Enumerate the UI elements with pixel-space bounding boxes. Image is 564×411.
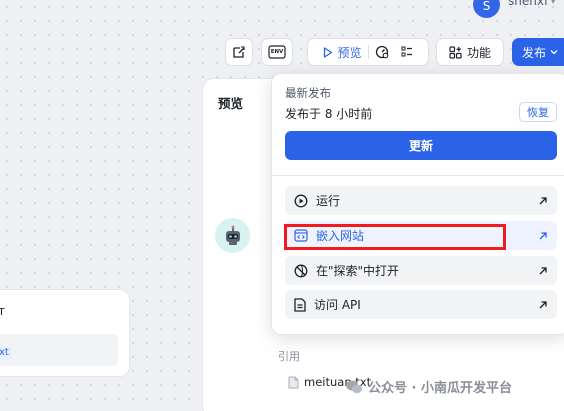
preview-label: 预览 [337,45,362,60]
chevron-down-icon [550,50,558,55]
menu-item-label: 访问 API [314,298,361,312]
menu-item-run[interactable]: 运行 [285,186,557,215]
play-icon [294,194,308,207]
list-button[interactable] [395,39,419,65]
annotation-highlight-box [284,224,506,250]
checklist-button[interactable] [369,39,395,65]
arrow-up-right-icon [538,231,548,241]
wechat-icon [346,380,362,393]
menu-item-open-in-explore[interactable]: 在"探索"中打开 [285,256,557,285]
api-doc-icon [294,297,306,312]
menu-item-label: 在"探索"中打开 [316,264,400,278]
watermark: 公众号 · 小南瓜开发平台 [345,377,512,396]
publish-label: 发布 [522,45,547,60]
references-label: 引用 [278,350,300,363]
left-card-field [0,334,118,366]
edit-check-button[interactable] [225,38,253,66]
menu-item-access-api[interactable]: 访问 API [285,290,557,319]
edit-check-icon [233,46,245,58]
features-label: 功能 [466,45,491,60]
left-card-tag: ext [0,346,12,360]
gauge-icon [375,45,388,59]
env-button[interactable]: ENV [261,38,293,66]
publish-button[interactable]: 发布 [512,38,564,66]
preview-title: 预览 [218,96,244,111]
left-card-text: т [0,304,5,318]
chevron-down-icon: ▾ [551,0,556,6]
dropdown-divider [271,175,564,176]
publish-time: 发布于 8 小时前 [285,107,373,121]
latest-publish-label: 最新发布 [285,86,331,100]
menu-item-label: 运行 [316,194,341,208]
features-button[interactable]: 功能 [436,38,504,66]
features-icon [449,45,462,59]
env-label: ENV [270,49,284,55]
bot-avatar [215,218,250,253]
file-icon [288,376,299,388]
restore-button[interactable]: 恢复 [519,102,557,122]
update-button[interactable]: 更新 [285,131,557,160]
arrow-up-right-icon [538,266,548,276]
preview-toolbar-group: 预览 [307,38,429,66]
explore-icon [294,264,308,277]
user-avatar[interactable]: S [473,0,500,18]
arrow-up-right-icon [538,300,548,310]
user-menu[interactable]: shenxf ▾ [508,0,555,8]
play-outline-icon [324,46,333,58]
preview-button[interactable]: 预览 [317,39,367,65]
arrow-up-right-icon [538,196,548,206]
robot-icon [225,225,240,245]
watermark-text: 公众号 · 小南瓜开发平台 [368,381,512,396]
checklist-icon [401,46,412,57]
user-name: shenxf [508,0,549,8]
